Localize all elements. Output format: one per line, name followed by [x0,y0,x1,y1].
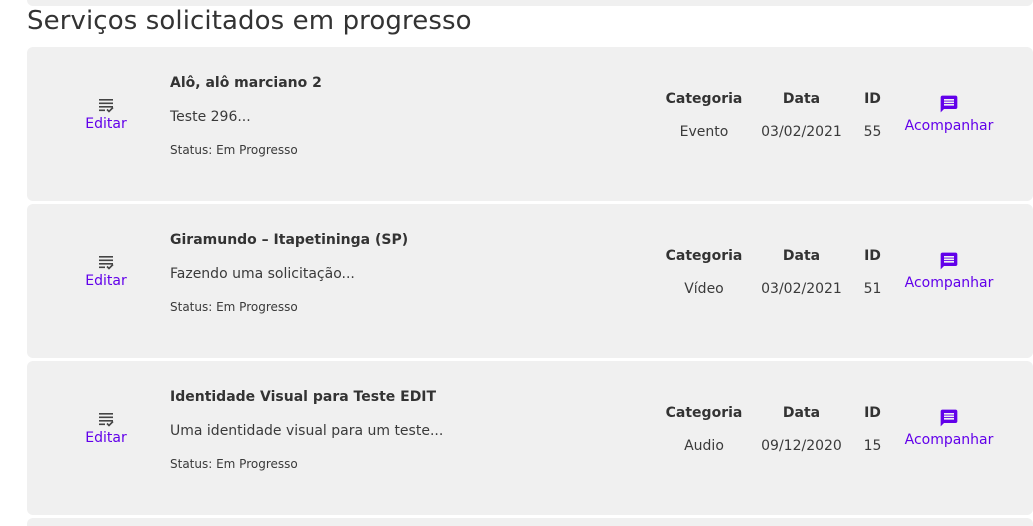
id-column: ID 51 [857,248,888,297]
date-value: 09/12/2020 [761,438,842,454]
service-info: Alô, alô marciano 2 Teste 296... Status:… [170,75,630,157]
service-status: Status: Em Progresso [170,457,298,471]
category-column: Categoria Vídeo [659,248,749,297]
follow-action[interactable]: Acompanhar [899,94,999,134]
follow-button[interactable]: Acompanhar [899,118,999,134]
edit-action[interactable]: Editar [67,411,145,446]
edit-action[interactable]: Editar [67,97,145,132]
service-description: Teste 296... [170,109,251,125]
category-header: Categoria [665,248,743,264]
date-value: 03/02/2021 [761,281,842,297]
list-edit-icon [99,413,114,427]
id-header: ID [864,248,881,264]
id-value: 55 [863,124,882,140]
id-header: ID [864,405,881,421]
category-value: Evento [679,124,729,140]
service-status: Status: Em Progresso [170,143,298,157]
date-column: Data 03/02/2021 [754,248,849,297]
follow-button[interactable]: Acompanhar [899,432,999,448]
service-card: Editar Alô, alô marciano 2 Teste 296... … [27,47,1033,201]
date-header: Data [782,405,821,421]
id-column: ID 15 [857,405,888,454]
follow-action[interactable]: Acompanhar [899,408,999,448]
id-column: ID 55 [857,91,888,140]
category-header: Categoria [665,405,743,421]
category-column: Categoria Audio [659,405,749,454]
date-value: 03/02/2021 [761,124,842,140]
category-value: Vídeo [684,281,724,297]
service-info: Identidade Visual para Teste EDIT Uma id… [170,389,630,471]
service-title: Alô, alô marciano 2 [170,75,322,91]
edit-button[interactable]: Editar [67,116,145,132]
service-card: Editar Giramundo – Itapetininga (SP) Faz… [27,204,1033,358]
section-title: Serviços solicitados em progresso [27,6,472,36]
category-header: Categoria [665,91,743,107]
service-description: Fazendo uma solicitação... [170,266,355,282]
id-value: 15 [863,438,882,454]
category-value: Audio [684,438,724,454]
chat-message-icon [940,409,958,427]
service-title: Identidade Visual para Teste EDIT [170,389,437,405]
date-column: Data 03/02/2021 [754,91,849,140]
chat-message-icon [940,95,958,113]
service-status: Status: Em Progresso [170,300,298,314]
date-column: Data 09/12/2020 [754,405,849,454]
service-info: Giramundo – Itapetininga (SP) Fazendo um… [170,232,630,314]
chat-message-icon [940,252,958,270]
edit-action[interactable]: Editar [67,254,145,289]
id-value: 51 [863,281,882,297]
service-card: Editar Identidade Visual para Teste EDIT… [27,361,1033,515]
edit-button[interactable]: Editar [67,430,145,446]
id-header: ID [864,91,881,107]
edit-button[interactable]: Editar [67,273,145,289]
follow-action[interactable]: Acompanhar [899,251,999,291]
date-header: Data [782,91,821,107]
service-description: Uma identidade visual para um teste... [170,423,444,439]
category-column: Categoria Evento [659,91,749,140]
list-edit-icon [99,256,114,270]
service-title: Giramundo – Itapetininga (SP) [170,232,409,248]
date-header: Data [782,248,821,264]
next-card-edge [27,518,1033,526]
follow-button[interactable]: Acompanhar [899,275,999,291]
list-edit-icon [99,99,114,113]
